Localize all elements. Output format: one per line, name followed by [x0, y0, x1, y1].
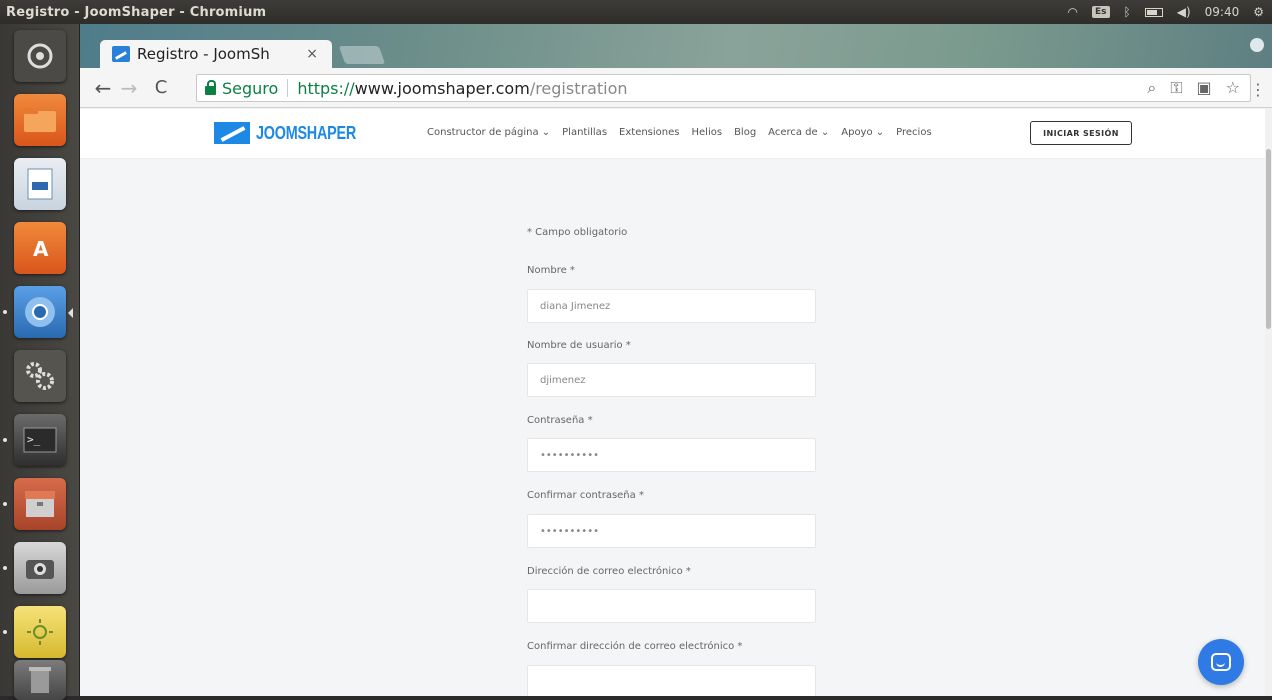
nav-item-constructor[interactable]: Constructor de página ⌄: [427, 127, 550, 138]
address-bar[interactable]: Seguro https://www.joomshaper.com/regist…: [196, 74, 1251, 102]
dash-icon[interactable]: [14, 30, 66, 82]
running-indicator: [3, 438, 7, 442]
email-input[interactable]: [527, 589, 816, 623]
zoom-icon[interactable]: ⌕: [1147, 78, 1156, 98]
files-icon[interactable]: [14, 94, 66, 146]
battery-icon[interactable]: [1144, 7, 1163, 17]
joomshaper-logo[interactable]: JOOMSHAPER: [214, 122, 381, 144]
system-tray: ◠ Es ᛒ ◀︎) 09:40 ⚙: [1068, 0, 1264, 24]
running-indicator: [3, 630, 7, 634]
browser-window: Registro - JoomSh × ← → C Seguro https:/…: [80, 24, 1272, 696]
camera-icon[interactable]: [14, 542, 66, 594]
nav-item-acerca[interactable]: Acerca de ⌄: [768, 127, 829, 138]
running-indicator: [3, 310, 7, 314]
url-host: www.joomshaper.com: [354, 78, 530, 98]
chat-support-button[interactable]: [1198, 639, 1244, 685]
tab-strip: Registro - JoomSh ×: [80, 24, 1272, 68]
tab-close-icon[interactable]: ×: [306, 46, 318, 62]
browser-menu-icon[interactable]: ⋮: [1250, 80, 1266, 99]
tab-registro[interactable]: Registro - JoomSh ×: [100, 40, 332, 68]
secure-label: Seguro: [222, 78, 279, 98]
translate-icon[interactable]: ▣: [1197, 78, 1212, 98]
system-top-bar: Registro - JoomShaper - Chromium ◠ Es ᛒ …: [0, 0, 1272, 24]
nav-item-precios[interactable]: Precios: [896, 127, 932, 138]
bluetooth-icon[interactable]: ᛒ: [1124, 5, 1131, 19]
confirm-password-input[interactable]: ••••••••••: [527, 514, 816, 548]
wifi-icon[interactable]: ◠: [1068, 5, 1078, 19]
url-path: /registration: [529, 78, 628, 98]
logo-text: JOOMSHAPER: [256, 122, 357, 143]
bookmark-star-icon[interactable]: ☆: [1226, 78, 1240, 98]
new-tab-button[interactable]: [338, 46, 386, 64]
volume-icon[interactable]: ◀︎): [1177, 5, 1191, 19]
reload-icon[interactable]: C: [148, 75, 174, 101]
url-scheme: https://: [297, 78, 355, 98]
running-indicator: [3, 566, 7, 570]
archive-icon[interactable]: [14, 478, 66, 530]
keyboard-layout-indicator[interactable]: Es: [1092, 6, 1110, 18]
clock[interactable]: 09:40: [1205, 5, 1240, 19]
window-title: Registro - JoomShaper - Chromium: [6, 4, 267, 20]
web-page: JOOMSHAPER Constructor de página ⌄ Plant…: [80, 109, 1272, 696]
confirm-email-input[interactable]: [527, 665, 816, 696]
nav-item-apoyo[interactable]: Apoyo ⌄: [841, 127, 884, 138]
session-gear-icon[interactable]: ⚙: [1253, 5, 1264, 19]
running-indicator: [3, 502, 7, 506]
confirm-password-label: Confirmar contraseña *: [527, 490, 644, 501]
username-label: Nombre de usuario *: [527, 340, 631, 351]
tab-title: Registro - JoomSh: [137, 45, 270, 63]
focused-indicator: [68, 308, 73, 318]
settings-icon[interactable]: [14, 350, 66, 402]
svg-text:>_: >_: [27, 433, 41, 446]
lock-icon: [205, 79, 216, 95]
password-input[interactable]: ••••••••••: [527, 438, 816, 472]
username-input[interactable]: djimenez: [527, 363, 816, 397]
page-scrollbar[interactable]: [1265, 109, 1272, 696]
login-button[interactable]: INICIAR SESIÓN: [1030, 121, 1132, 145]
email-label: Dirección de correo electrónico *: [527, 566, 691, 577]
unity-launcher: A >_: [0, 24, 80, 700]
confirm-email-label: Confirmar dirección de correo electrónic…: [527, 641, 743, 652]
name-input[interactable]: diana Jimenez: [527, 289, 816, 323]
trash-icon[interactable]: [14, 660, 66, 700]
forward-arrow-icon[interactable]: →: [116, 75, 142, 101]
password-label: Contraseña *: [527, 415, 593, 426]
terminal-icon[interactable]: >_: [14, 414, 66, 466]
profile-icon[interactable]: [1250, 38, 1264, 52]
chromium-icon[interactable]: [14, 286, 66, 338]
nav-item-blog[interactable]: Blog: [734, 127, 756, 138]
joomshaper-favicon-icon: [112, 46, 130, 62]
chat-icon: [1211, 653, 1231, 671]
nav-item-extensiones[interactable]: Extensiones: [619, 127, 679, 138]
key-icon[interactable]: ⚿: [1170, 78, 1182, 98]
logo-mark-icon: [214, 122, 250, 144]
name-label: Nombre *: [527, 265, 575, 276]
back-arrow-icon[interactable]: ←: [90, 75, 116, 101]
required-field-note: * Campo obligatorio: [527, 227, 628, 238]
brightness-icon[interactable]: [14, 606, 66, 658]
browser-toolbar: ← → C Seguro https://www.joomshaper.com /…: [80, 68, 1272, 108]
main-nav: Constructor de página ⌄ Plantillas Exten…: [427, 127, 932, 138]
scrollbar-thumb[interactable]: [1266, 149, 1271, 329]
writer-icon[interactable]: [14, 158, 66, 210]
site-header: JOOMSHAPER Constructor de página ⌄ Plant…: [80, 109, 1265, 159]
svg-text:A: A: [33, 237, 49, 261]
nav-item-plantillas[interactable]: Plantillas: [562, 127, 607, 138]
nav-item-helios[interactable]: Helios: [692, 127, 723, 138]
software-center-icon[interactable]: A: [14, 222, 66, 274]
